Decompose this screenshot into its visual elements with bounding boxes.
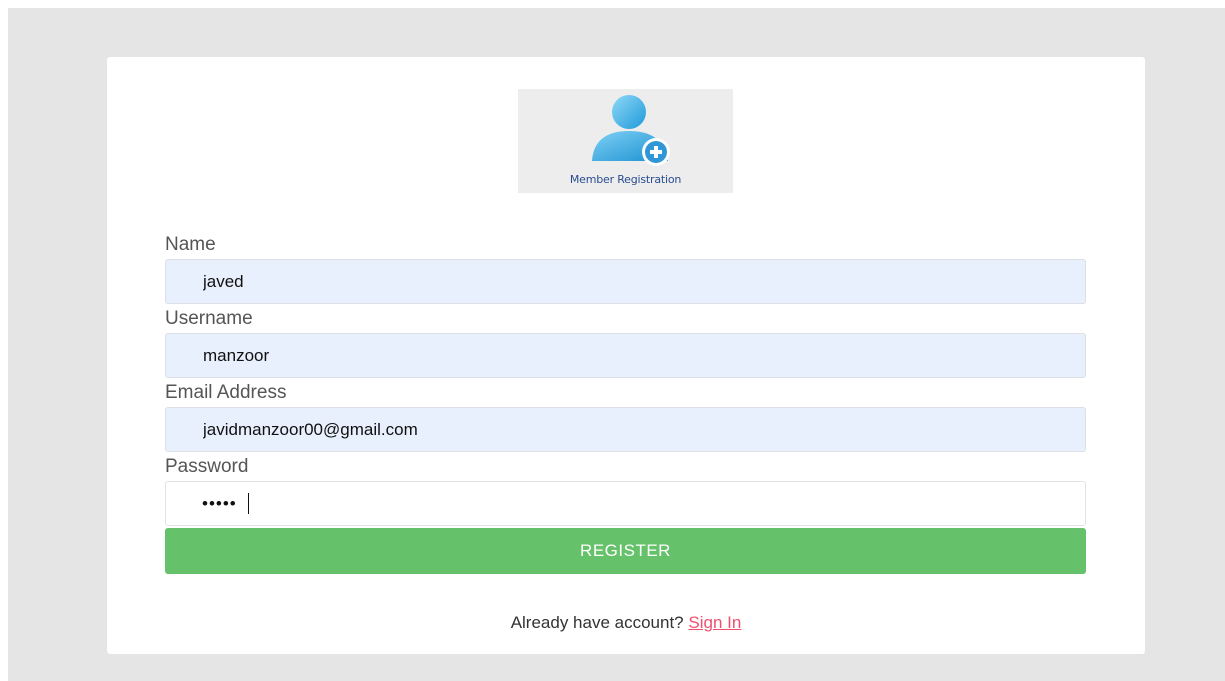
member-registration-logo: Member Registration <box>518 89 733 193</box>
email-label: Email Address <box>165 382 287 403</box>
username-input[interactable] <box>165 333 1086 378</box>
logo-caption: Member Registration <box>569 173 682 186</box>
signin-prompt-line: Already have account? Sign In <box>107 613 1145 633</box>
signin-prompt-text: Already have account? <box>510 613 684 632</box>
name-label: Name <box>165 234 216 255</box>
register-button[interactable]: REGISTER <box>165 528 1086 574</box>
password-input[interactable] <box>165 481 1086 526</box>
text-caret <box>248 493 249 514</box>
registration-card: Member Registration Name Username Email … <box>107 57 1145 654</box>
email-input[interactable] <box>165 407 1086 452</box>
username-label: Username <box>165 308 253 329</box>
signin-link[interactable]: Sign In <box>688 613 741 632</box>
password-label: Password <box>165 456 249 477</box>
name-input[interactable] <box>165 259 1086 304</box>
page-background: Member Registration Name Username Email … <box>8 8 1225 681</box>
